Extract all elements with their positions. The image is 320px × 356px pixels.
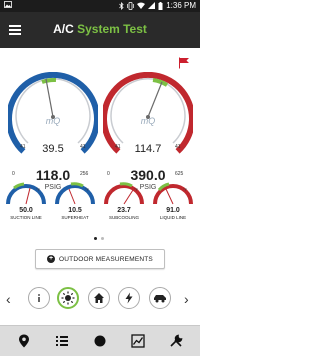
suction-line-value: 50.0	[19, 207, 33, 214]
vibrate-icon	[127, 1, 135, 10]
flag-icon[interactable]	[178, 57, 190, 69]
outdoor-measurements-button[interactable]: + OUTDOOR MEASUREMENTS	[35, 249, 165, 269]
automotive-button[interactable]	[149, 287, 171, 309]
plus-circle-icon: +	[47, 255, 56, 263]
scale-max: 625	[175, 171, 184, 177]
app-bar: A/C System Test	[0, 12, 200, 48]
mode-toolbar: ‹ ›	[0, 287, 200, 311]
superheat-unit: °F	[85, 187, 90, 192]
gauge-brand: mQ	[45, 116, 61, 126]
record-circle-icon[interactable]	[93, 334, 107, 348]
list-icon[interactable]	[55, 334, 69, 348]
app-title-accent: System Test	[77, 22, 147, 36]
subcooling-label: SUBCOOLING	[108, 215, 139, 220]
superheat-value: 10.5	[68, 207, 82, 214]
liquid-line-value: 91.0	[166, 207, 180, 214]
outdoor-measurements-label: OUTDOOR MEASUREMENTS	[59, 255, 153, 263]
subcooling-unit: °F	[134, 187, 139, 192]
electrical-button[interactable]	[118, 287, 140, 309]
suction-line-dial	[6, 182, 46, 205]
tools-icon[interactable]	[169, 334, 183, 348]
status-icons: 1:36 PM	[119, 1, 196, 10]
image-icon	[4, 1, 12, 8]
liquid-line-label: LIQUID LINE	[159, 215, 187, 220]
suction-line-unit: °F	[36, 187, 41, 192]
superheat-label: SUPERHEAT	[61, 215, 89, 220]
chevron-left-icon[interactable]: ‹	[6, 291, 11, 307]
bolt-icon	[125, 292, 133, 304]
page-dot-active[interactable]	[94, 237, 97, 240]
suction-line-gauge[interactable]: °F 50.0 SUCTION LINE	[2, 178, 50, 228]
car-icon	[154, 295, 166, 303]
subcooling-gauge[interactable]: °F 23.7 SUBCOOLING	[100, 178, 148, 228]
battery-icon	[158, 1, 163, 10]
status-bar: 1:36 PM	[0, 0, 200, 12]
low-side-gauge[interactable]: mQ 41 41 39.5 0 118.0 256 PSIG	[6, 71, 100, 191]
info-button[interactable]	[28, 287, 50, 309]
location-pin-icon[interactable]	[17, 334, 31, 348]
liquid-line-dial	[153, 182, 193, 205]
status-time: 1:36 PM	[166, 1, 196, 10]
scale-max: 256	[80, 171, 89, 177]
subcooling-dial	[104, 182, 144, 205]
chart-icon[interactable]	[131, 334, 145, 348]
gauge-brand: mQ	[140, 116, 156, 126]
small-gauges: °F 50.0 SUCTION LINE °F 10.5 SUPERHEAT °…	[0, 178, 200, 228]
wifi-icon	[137, 2, 146, 9]
bottom-nav	[0, 325, 200, 356]
app-title: A/C System Test	[0, 22, 200, 36]
high-side-temperature: 114.7	[134, 143, 162, 155]
liquid-line-unit: °F	[183, 187, 188, 192]
sun-icon	[61, 291, 75, 305]
low-side-temperature: 39.5	[42, 143, 64, 155]
info-icon	[38, 294, 40, 302]
home-icon	[94, 293, 104, 303]
bluetooth-icon	[119, 1, 124, 10]
suction-line-label: SUCTION LINE	[10, 215, 42, 220]
superheat-gauge[interactable]: °F 10.5 SUPERHEAT	[51, 178, 99, 228]
page-indicator	[92, 237, 108, 241]
liquid-line-gauge[interactable]: °F 91.0 LIQUID LINE	[149, 178, 197, 228]
signal-icon	[148, 2, 156, 9]
app-title-prefix: A/C	[53, 22, 78, 36]
superheat-dial	[55, 182, 95, 205]
high-side-gauge[interactable]: mQ 41 41 114.7 0 390.0 625 PSIG	[101, 71, 195, 191]
subcooling-value: 23.7	[117, 207, 131, 214]
chevron-right-icon[interactable]: ›	[184, 291, 189, 307]
home-button[interactable]	[88, 287, 110, 309]
cooling-mode-button[interactable]	[57, 287, 79, 309]
page-dot[interactable]	[101, 237, 104, 240]
